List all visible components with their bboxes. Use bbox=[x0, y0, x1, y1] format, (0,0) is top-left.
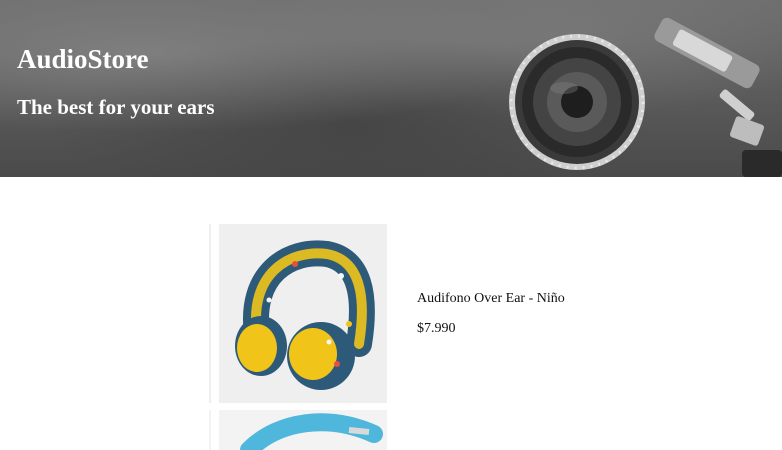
site-subtitle: The best for your ears bbox=[17, 95, 215, 119]
speaker-image bbox=[509, 17, 782, 177]
speaker-icon bbox=[509, 34, 645, 170]
kids-headphones-image bbox=[209, 224, 387, 403]
product-name[interactable]: Audifono Over Ear - Niño bbox=[417, 291, 565, 307]
product-card: Audifono Over Ear - Niño $7.990 bbox=[209, 224, 609, 403]
hero-banner: AudioStore The best for your ears bbox=[0, 0, 782, 177]
fuse-holder-icon bbox=[654, 17, 782, 177]
product-image-2[interactable] bbox=[209, 410, 387, 450]
product-price: $7.990 bbox=[417, 321, 456, 336]
site-title: AudioStore bbox=[17, 44, 149, 74]
blue-headphones-image bbox=[209, 410, 387, 450]
product-image[interactable] bbox=[209, 224, 387, 403]
